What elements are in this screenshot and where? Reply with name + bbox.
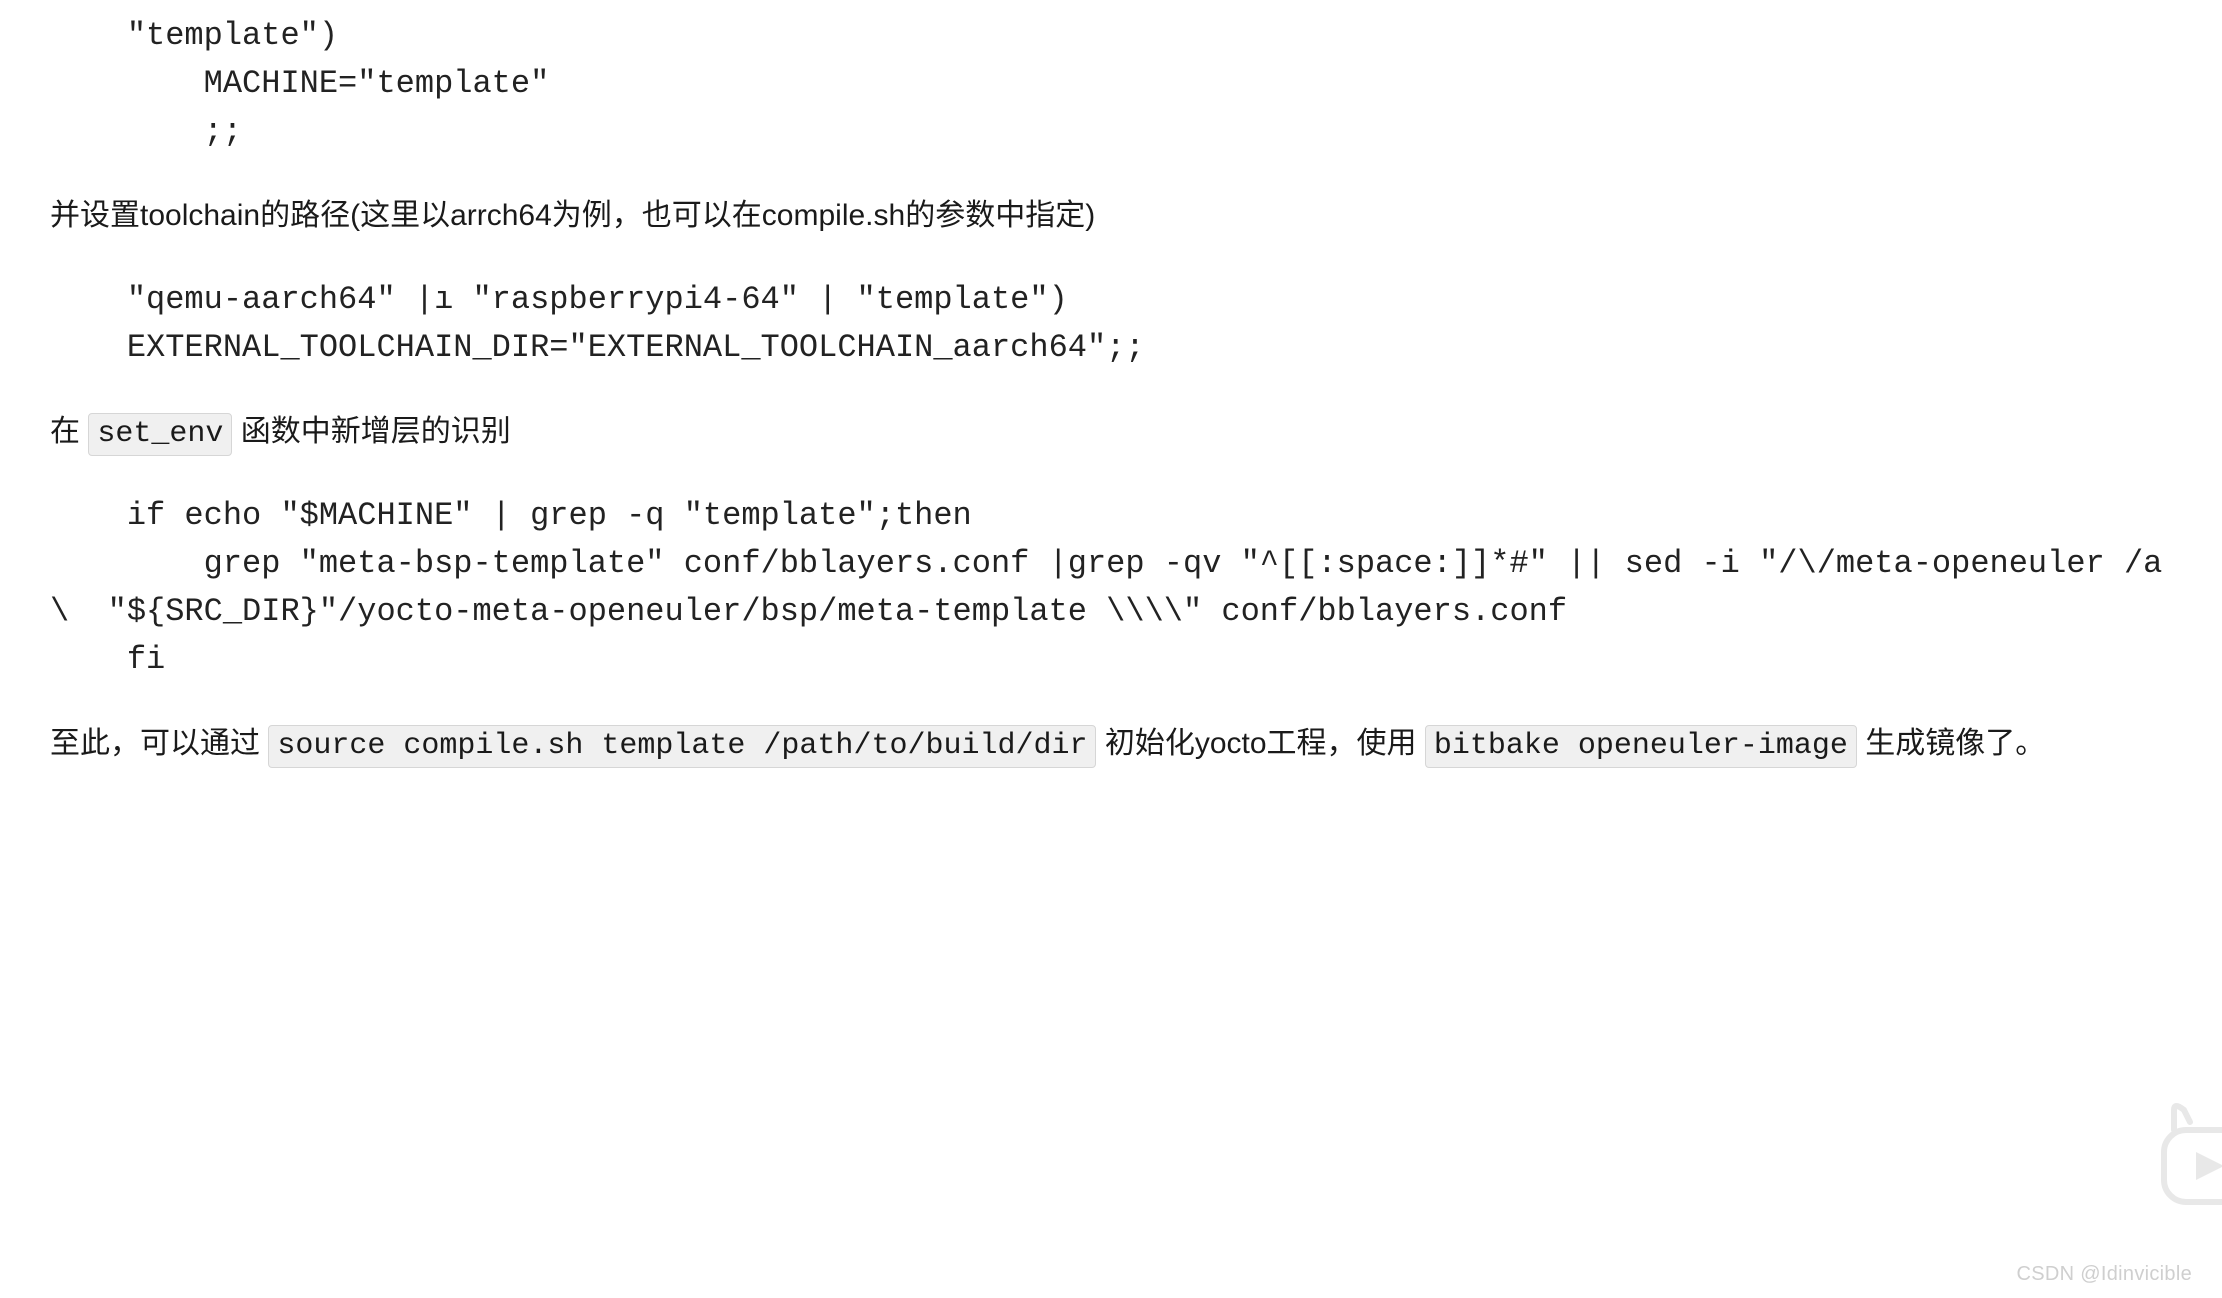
text-post: 生成镜像了。 [1857,727,2045,760]
text-post: 函数中新增层的识别 [232,415,510,448]
text-mid: 初始化yocto工程，使用 [1096,727,1424,760]
watermark: CSDN @Idinvicible [2017,1258,2192,1290]
code-text: "qemu-aarch64" |ı "raspberrypi4-64" | "t… [50,276,2172,372]
document-page: "template") MACHINE="template" ;; 并设置too… [0,12,2222,1298]
paragraph-build-instructions: 至此，可以通过 source compile.sh template /path… [50,720,2172,768]
paragraph-set-env: 在 set_env 函数中新增层的识别 [50,408,2172,456]
code-text: "template") MACHINE="template" ;; [50,12,2172,156]
code-block-2: "qemu-aarch64" |ı "raspberrypi4-64" | "t… [50,268,2172,380]
code-block-3: if echo "$MACHINE" | grep -q "template";… [50,484,2172,692]
text-pre: 在 [50,415,88,448]
paragraph-toolchain-note: 并设置toolchain的路径(这里以arrch64为例，也可以在compile… [50,192,2172,240]
text-pre: 至此，可以通过 [50,727,268,760]
inline-code-bitbake-cmd: bitbake openeuler-image [1425,725,1857,768]
inline-code-set-env: set_env [88,413,232,456]
play-edge-icon [2154,1102,2222,1222]
code-block-1: "template") MACHINE="template" ;; [50,12,2172,164]
inline-code-compile-cmd: source compile.sh template /path/to/buil… [268,725,1096,768]
code-text: if echo "$MACHINE" | grep -q "template";… [50,492,2172,684]
